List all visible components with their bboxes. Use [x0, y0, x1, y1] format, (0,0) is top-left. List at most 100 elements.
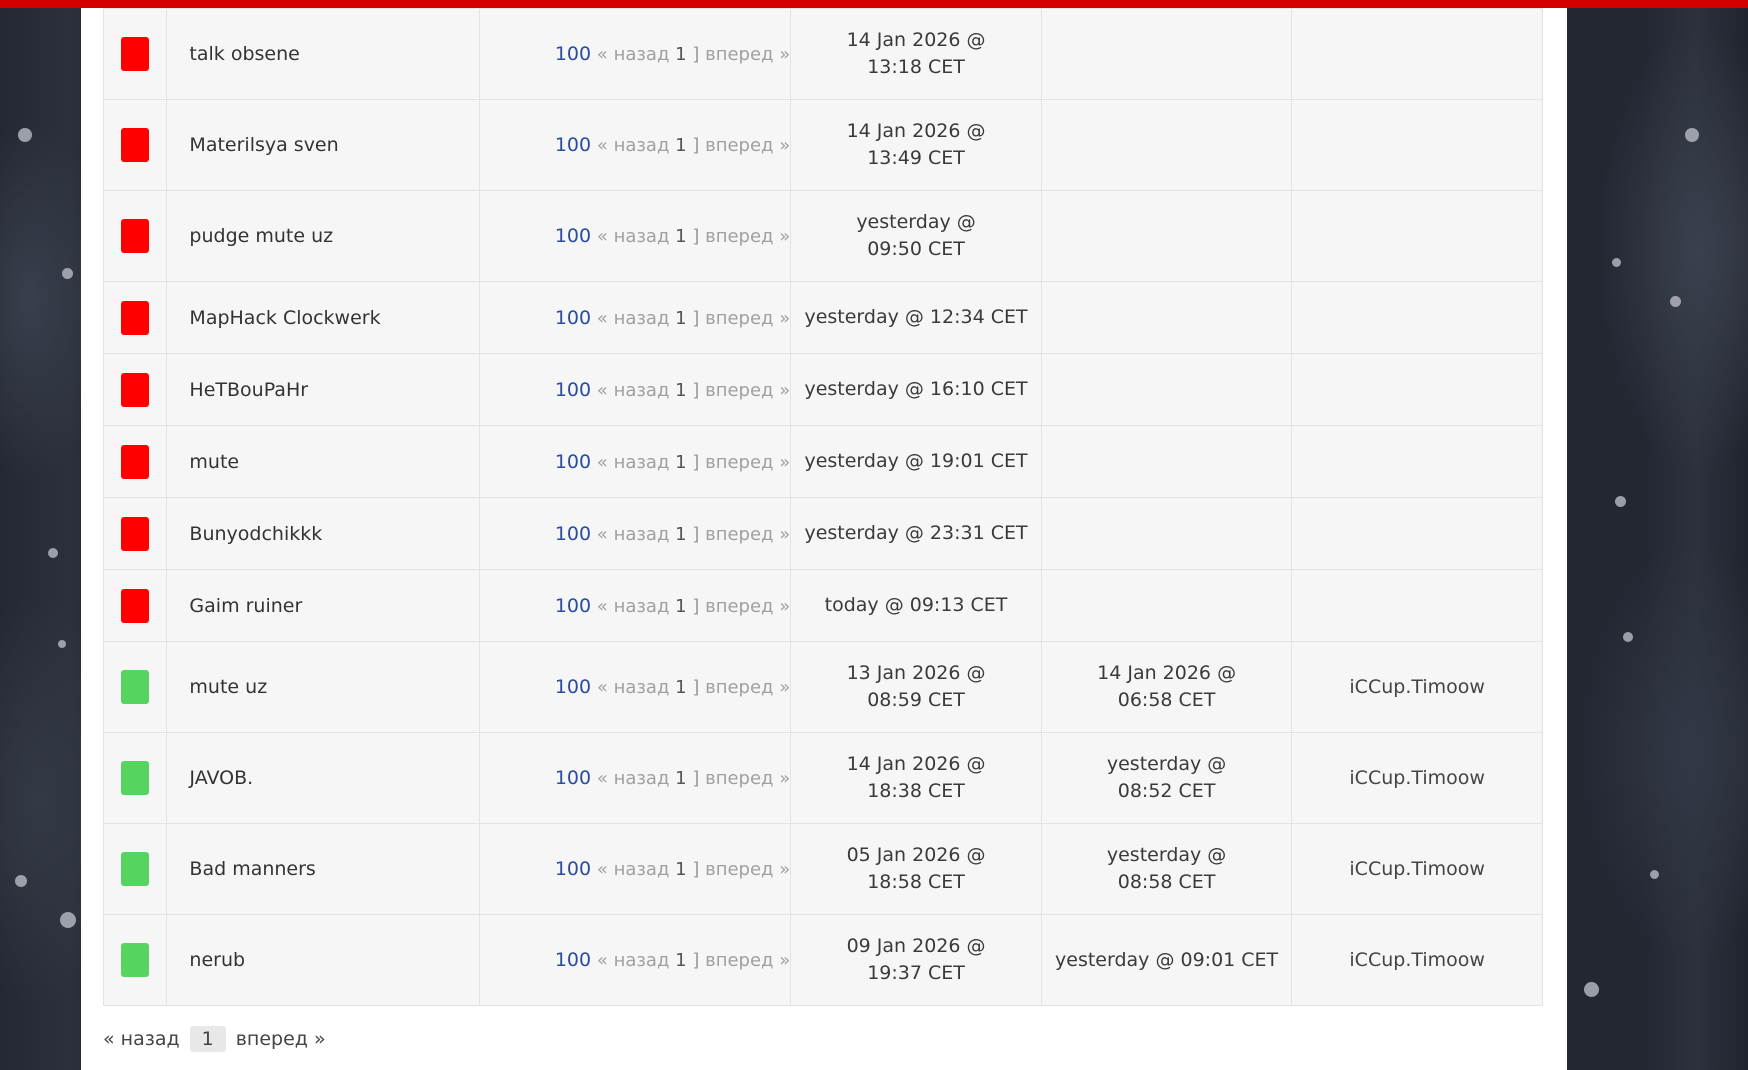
current-page-number: 1	[675, 451, 687, 473]
moderator-cell	[1291, 497, 1543, 570]
moderator-name[interactable]: iCCup.Timoow	[1349, 767, 1485, 789]
moderator-cell	[1291, 99, 1543, 191]
post-count-link[interactable]: 100	[555, 595, 591, 617]
topic-row[interactable]: mute uz 100 « назад 1 ] вперед » 13 Jan 20…	[102, 641, 1543, 733]
status-cell	[102, 8, 168, 100]
topic-row[interactable]: MapHack Clockwerk 100 « назад 1 ] вперед …	[102, 281, 1543, 354]
topic-row[interactable]: mute 100 « назад 1 ] вперед » yesterday @ …	[102, 425, 1543, 498]
topic-title-link[interactable]: MapHack Clockwerk	[167, 307, 380, 329]
current-page-number: 1	[675, 379, 687, 401]
prev-page-link[interactable]: « назад	[597, 135, 670, 156]
topic-title-link[interactable]: Gaim ruiner	[167, 595, 302, 617]
topic-row[interactable]: Materilsya sven 100 « назад 1 ] вперед » 1…	[102, 99, 1543, 191]
page-bracket: ]	[692, 523, 700, 545]
next-page-link[interactable]: вперед »	[705, 380, 790, 401]
topic-pages-cell: 100 « назад 1 ] вперед »	[479, 823, 792, 915]
topic-title-link[interactable]: HeTBouPaHr	[167, 379, 308, 401]
prev-page-link[interactable]: « назад	[597, 950, 670, 971]
next-page-link[interactable]: вперед »	[705, 950, 790, 971]
prev-page-link[interactable]: « назад	[597, 596, 670, 617]
status-cell	[102, 569, 168, 642]
created-date: yesterday @ 19:01 CET	[804, 450, 1028, 472]
pagination-prev-link[interactable]: « назад	[103, 1028, 180, 1050]
closed-date: yesterday @ 08:52 CET	[1106, 753, 1227, 802]
post-count-link[interactable]: 100	[555, 43, 591, 65]
topic-row[interactable]: pudge mute uz 100 « назад 1 ] вперед » yes…	[102, 190, 1543, 282]
background-dot	[1670, 296, 1681, 307]
page-bracket: ]	[692, 307, 700, 329]
topic-row[interactable]: Bunyodchikkk 100 « назад 1 ] вперед » yest…	[102, 497, 1543, 570]
topic-title-cell: JAVOB.	[166, 732, 481, 824]
post-count-link[interactable]: 100	[555, 767, 591, 789]
closed-date-cell: yesterday @ 08:58 CET	[1040, 823, 1293, 915]
next-page-link[interactable]: вперед »	[705, 859, 790, 880]
topic-title-link[interactable]: Bunyodchikkk	[167, 523, 322, 545]
prev-page-link[interactable]: « назад	[597, 677, 670, 698]
created-date-cell: yesterday @ 12:34 CET	[790, 281, 1042, 354]
next-page-link[interactable]: вперед »	[705, 308, 790, 329]
topic-row[interactable]: HeTBouPaHr 100 « назад 1 ] вперед » yester…	[102, 353, 1543, 426]
prev-page-link[interactable]: « назад	[597, 524, 670, 545]
post-count-link[interactable]: 100	[555, 225, 591, 247]
page-bracket: ]	[692, 379, 700, 401]
post-count-link[interactable]: 100	[555, 949, 591, 971]
pagination: « назад 1 вперед »	[103, 1026, 326, 1052]
next-page-link[interactable]: вперед »	[705, 226, 790, 247]
prev-page-link[interactable]: « назад	[597, 859, 670, 880]
topic-row[interactable]: nerub 100 « назад 1 ] вперед » 09 Jan 2026…	[102, 914, 1543, 1006]
post-count-link[interactable]: 100	[555, 379, 591, 401]
next-page-link[interactable]: вперед »	[705, 135, 790, 156]
next-page-link[interactable]: вперед »	[705, 768, 790, 789]
created-date-cell: 14 Jan 2026 @ 18:38 CET	[790, 732, 1042, 824]
topic-pages-cell: 100 « назад 1 ] вперед »	[479, 190, 792, 282]
created-date: 14 Jan 2026 @ 13:18 CET	[846, 29, 986, 78]
status-indicator-icon	[121, 852, 150, 886]
background-dot	[1612, 258, 1621, 267]
next-page-link[interactable]: вперед »	[705, 596, 790, 617]
topic-row[interactable]: Bad manners 100 « назад 1 ] вперед » 05 Ja…	[102, 823, 1543, 915]
prev-page-link[interactable]: « назад	[597, 44, 670, 65]
current-page-number: 1	[675, 950, 687, 971]
topic-title-link[interactable]: nerub	[167, 949, 245, 971]
topic-title-link[interactable]: mute	[167, 451, 239, 473]
moderator-name[interactable]: iCCup.Timoow	[1349, 676, 1485, 698]
topic-title-link[interactable]: talk obsene	[167, 43, 299, 65]
pagination-current-page[interactable]: 1	[189, 1026, 226, 1052]
topic-pages-cell: 100 « назад 1 ] вперед »	[479, 281, 792, 354]
status-cell	[102, 99, 168, 191]
next-page-link[interactable]: вперед »	[705, 677, 790, 698]
topic-title-cell: Bad manners	[166, 823, 481, 915]
moderator-name[interactable]: iCCup.Timoow	[1349, 949, 1485, 971]
topic-row[interactable]: JAVOB. 100 « назад 1 ] вперед » 14 Jan 202…	[102, 732, 1543, 824]
post-count-link[interactable]: 100	[555, 134, 591, 156]
page-bracket: ]	[692, 768, 700, 789]
closed-date-cell: 14 Jan 2026 @ 06:58 CET	[1040, 641, 1293, 733]
next-page-link[interactable]: вперед »	[705, 524, 790, 545]
topic-row[interactable]: Gaim ruiner 100 « назад 1 ] вперед » today…	[102, 569, 1543, 642]
prev-page-link[interactable]: « назад	[597, 452, 670, 473]
post-count-link[interactable]: 100	[555, 307, 591, 329]
prev-page-link[interactable]: « назад	[597, 380, 670, 401]
post-count-link[interactable]: 100	[555, 858, 591, 880]
moderator-name[interactable]: iCCup.Timoow	[1349, 858, 1485, 880]
topic-row[interactable]: talk obsene 100 « назад 1 ] вперед » 14 Ja…	[102, 8, 1543, 100]
post-count-link[interactable]: 100	[555, 523, 591, 545]
current-page-number: 1	[675, 859, 687, 880]
topic-title-link[interactable]: Materilsya sven	[167, 134, 338, 156]
prev-page-link[interactable]: « назад	[597, 308, 670, 329]
topic-title-link[interactable]: pudge mute uz	[167, 225, 333, 247]
pagination-next-link[interactable]: вперед »	[236, 1028, 326, 1050]
topic-title-link[interactable]: JAVOB.	[167, 767, 253, 789]
post-count-link[interactable]: 100	[555, 451, 591, 473]
prev-page-link[interactable]: « назад	[597, 226, 670, 247]
post-count-link[interactable]: 100	[555, 676, 591, 698]
topic-title-cell: pudge mute uz	[166, 190, 481, 282]
topic-title-link[interactable]: Bad manners	[167, 858, 315, 880]
prev-page-link[interactable]: « назад	[597, 768, 670, 789]
next-page-link[interactable]: вперед »	[705, 44, 790, 65]
next-page-link[interactable]: вперед »	[705, 452, 790, 473]
created-date-cell: yesterday @ 23:31 CET	[790, 497, 1042, 570]
topic-title-link[interactable]: mute uz	[167, 676, 267, 698]
moderator-cell	[1291, 281, 1543, 354]
status-cell	[102, 190, 168, 282]
